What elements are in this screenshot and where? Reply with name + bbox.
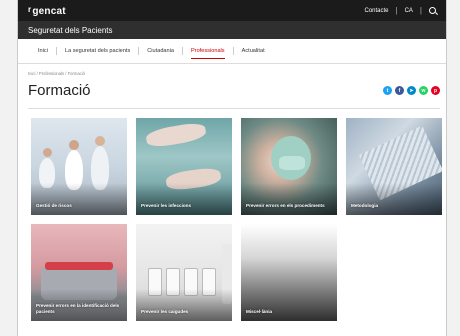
card-miscellania[interactable]: Miscel·lània: [241, 224, 337, 321]
nav-item-professionals[interactable]: Professionals: [183, 39, 233, 63]
card-label: Prevenir errors en els procediments: [246, 203, 325, 209]
card-shade: [136, 289, 232, 321]
facebook-icon[interactable]: f: [395, 86, 404, 95]
card-gestio-riscos[interactable]: Gestió de riscos: [31, 118, 127, 215]
separator: |: [419, 6, 422, 15]
top-links: Contacte | CA |: [364, 6, 436, 15]
breadcrumb[interactable]: Inici / Professionals / Formació: [28, 71, 85, 76]
nav-item-ciutadania[interactable]: Ciutadania: [139, 39, 182, 63]
card-label: Gestió de riscos: [36, 203, 72, 209]
card-label: Prevenir errors en la identificació dels…: [36, 303, 120, 315]
search-icon[interactable]: [429, 7, 436, 14]
share-icons: t f ➤ w p: [383, 86, 440, 95]
card-metodologia[interactable]: Metodologia: [346, 118, 442, 215]
site-title-bar: Seguretat dels Pacients: [18, 21, 446, 39]
card-label: Prevenir les infeccions: [141, 203, 192, 209]
top-bar: rgencat Contacte | CA |: [18, 0, 446, 21]
card-prevenir-errors-procediments[interactable]: Prevenir errors en els procediments: [241, 118, 337, 215]
card-prevenir-caigudes[interactable]: Prevenir les caigudes: [136, 224, 232, 321]
whatsapp-icon[interactable]: w: [419, 86, 428, 95]
page-title: Formació: [28, 82, 91, 99]
contact-link[interactable]: Contacte: [364, 8, 388, 14]
nav-item-actualitat[interactable]: Actualitat: [234, 39, 273, 63]
card-label: Prevenir les caigudes: [141, 309, 189, 315]
card-shade: [31, 183, 127, 215]
card-prevenir-errors-identificacio[interactable]: Prevenir errors en la identificació dels…: [31, 224, 127, 321]
site-title[interactable]: Seguretat dels Pacients: [28, 26, 113, 35]
language-selector[interactable]: CA: [405, 8, 413, 14]
twitter-icon[interactable]: t: [383, 86, 392, 95]
nav-item-seguretat[interactable]: La seguretat dels pacients: [57, 39, 138, 63]
pinterest-icon[interactable]: p: [431, 86, 440, 95]
card-shade: [346, 183, 442, 215]
divider: [28, 108, 440, 109]
main-nav: Inici La seguretat dels pacients Ciutada…: [18, 39, 446, 64]
telegram-icon[interactable]: ➤: [407, 86, 416, 95]
nav-item-inici[interactable]: Inici: [30, 39, 56, 63]
card-label: Miscel·lània: [246, 309, 273, 315]
card-shade: [136, 183, 232, 215]
card-shade: [241, 183, 337, 215]
card-image: [241, 224, 337, 321]
gencat-logo[interactable]: rgencat: [28, 5, 66, 17]
page-frame: rgencat Contacte | CA | Seguretat dels P…: [17, 0, 447, 336]
card-label: Metodologia: [351, 203, 379, 209]
separator: |: [395, 6, 398, 15]
card-prevenir-infeccions[interactable]: Prevenir les infeccions: [136, 118, 232, 215]
